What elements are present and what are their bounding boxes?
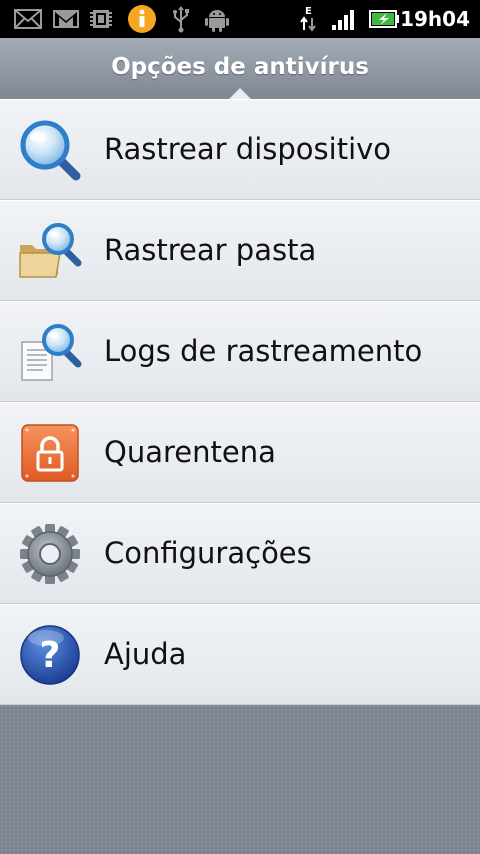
network-type-label: E: [305, 6, 312, 17]
folder-search-icon: [18, 219, 82, 283]
chip-icon: [88, 0, 114, 38]
menu-item-settings[interactable]: Configurações: [0, 503, 480, 604]
battery-charging-icon: [368, 0, 400, 38]
page-title: Opções de antivírus: [111, 54, 369, 80]
gmail-icon: [52, 0, 80, 38]
lock-icon: [18, 421, 82, 485]
menu-item-scan-folder[interactable]: Rastrear pasta: [0, 200, 480, 301]
signal-icon: [330, 0, 358, 38]
document-search-icon: [18, 320, 82, 384]
status-bar-clock: 19h04: [400, 7, 470, 31]
menu-item-scan-logs[interactable]: Logs de rastreamento: [0, 301, 480, 402]
menu-item-label: Ajuda: [104, 637, 187, 671]
android-icon: [204, 0, 230, 38]
svg-text:?: ?: [40, 635, 61, 676]
menu-item-label: Rastrear pasta: [104, 233, 317, 267]
gear-icon: [18, 522, 82, 586]
menu-item-scan-device[interactable]: Rastrear dispositivo: [0, 99, 480, 200]
sms-icon: [14, 0, 42, 38]
usb-icon: [170, 0, 192, 38]
info-notification-icon: [126, 0, 158, 38]
menu-item-label: Rastrear dispositivo: [104, 132, 392, 166]
menu-item-label: Quarentena: [104, 435, 276, 469]
menu-item-help[interactable]: ? Ajuda: [0, 604, 480, 705]
help-icon: ?: [18, 623, 82, 687]
title-bar: Opções de antivírus: [0, 38, 480, 100]
magnifier-icon: [18, 118, 82, 182]
menu-item-label: Logs de rastreamento: [104, 334, 423, 368]
antivirus-options-list: Rastrear dispositivo Rastrear pasta Logs…: [0, 99, 480, 705]
status-bar[interactable]: E 19h04: [0, 0, 480, 38]
network-activity-icon: E: [298, 0, 320, 38]
menu-item-label: Configurações: [104, 536, 312, 570]
menu-item-quarantine[interactable]: Quarentena: [0, 402, 480, 503]
